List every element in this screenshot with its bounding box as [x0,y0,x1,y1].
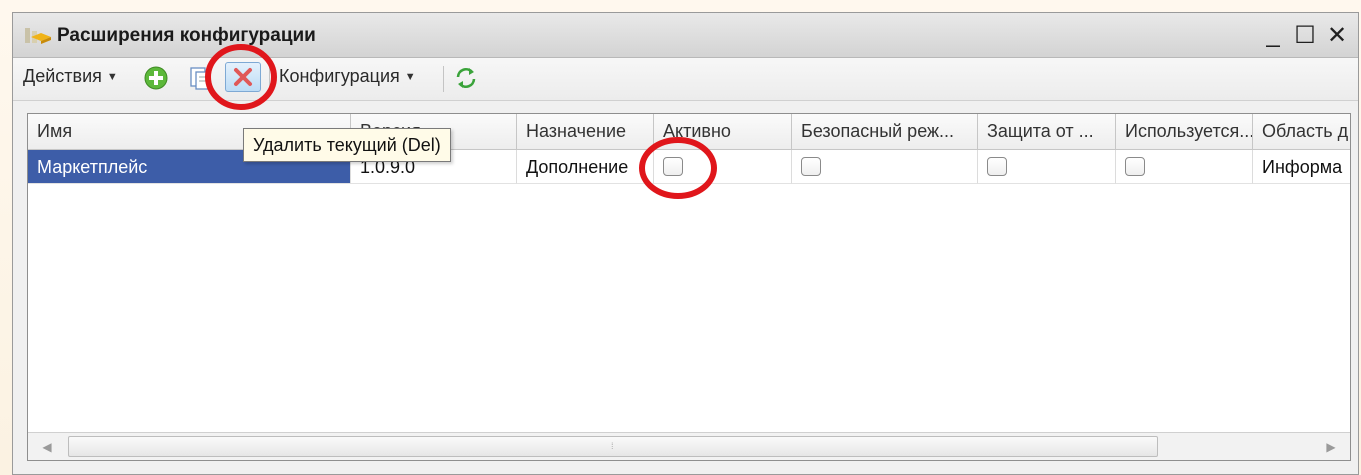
toolbar-separator [269,66,270,92]
used-checkbox[interactable] [1125,157,1145,176]
cell-used[interactable] [1116,150,1253,184]
close-button[interactable]: ✕ [1322,19,1352,51]
toolbar-separator [443,66,444,92]
caret-down-icon: ▼ [106,71,118,84]
column-header-protection[interactable]: Защита от ... [978,114,1116,150]
protection-checkbox[interactable] [987,157,1007,176]
configuration-menu-label: Конфигурация [279,66,400,86]
extensions-icon [25,28,51,44]
window-title: Расширения конфигурации [57,25,316,46]
delete-icon [234,68,252,86]
grip-icon: ⁞ [611,441,614,451]
scroll-right-icon[interactable]: ▶ [1318,436,1344,457]
extensions-table: Имя Версия Назначение Активно Безопасный… [27,113,1351,461]
cell-safe-mode[interactable] [792,150,978,184]
column-header-area[interactable]: Область д [1253,114,1350,150]
delete-tooltip: Удалить текущий (Del) [243,128,451,162]
minimize-button[interactable]: _ [1258,19,1288,51]
cell-area[interactable]: Информа [1253,150,1350,184]
refresh-icon[interactable] [453,65,479,91]
title-bar: Расширения конфигурации _ ☐ ✕ [13,13,1358,58]
toolbar: Действия ▼ Конфигурация ▼ [13,58,1358,101]
cell-purpose[interactable]: Дополнение [517,150,654,184]
caret-down-icon: ▼ [404,71,416,84]
configuration-menu[interactable]: Конфигурация ▼ [279,66,416,87]
table-header: Имя Версия Назначение Активно Безопасный… [28,114,1350,150]
scrollbar-thumb[interactable]: ⁞ [68,436,1158,457]
active-checkbox[interactable] [663,157,683,176]
column-header-safe-mode[interactable]: Безопасный реж... [792,114,978,150]
actions-menu[interactable]: Действия ▼ [23,66,118,87]
add-icon[interactable] [143,65,169,91]
extensions-window: Расширения конфигурации _ ☐ ✕ Действия ▼ [12,12,1359,475]
table-row[interactable]: Маркетплейс 1.0.9.0 Дополнение Информа [28,150,1350,184]
cell-active[interactable] [654,150,792,184]
column-header-active[interactable]: Активно [654,114,792,150]
window-controls: _ ☐ ✕ [1258,19,1352,51]
maximize-button[interactable]: ☐ [1290,19,1320,51]
actions-menu-label: Действия [23,66,102,86]
delete-button[interactable] [225,62,261,92]
scroll-left-icon[interactable]: ◀ [34,436,60,457]
column-header-purpose[interactable]: Назначение [517,114,654,150]
copy-icon[interactable] [187,65,213,91]
horizontal-scrollbar[interactable]: ◀ ⁞ ▶ [28,432,1350,460]
cell-protection[interactable] [978,150,1116,184]
column-header-used[interactable]: Используется... [1116,114,1253,150]
safe-mode-checkbox[interactable] [801,157,821,176]
